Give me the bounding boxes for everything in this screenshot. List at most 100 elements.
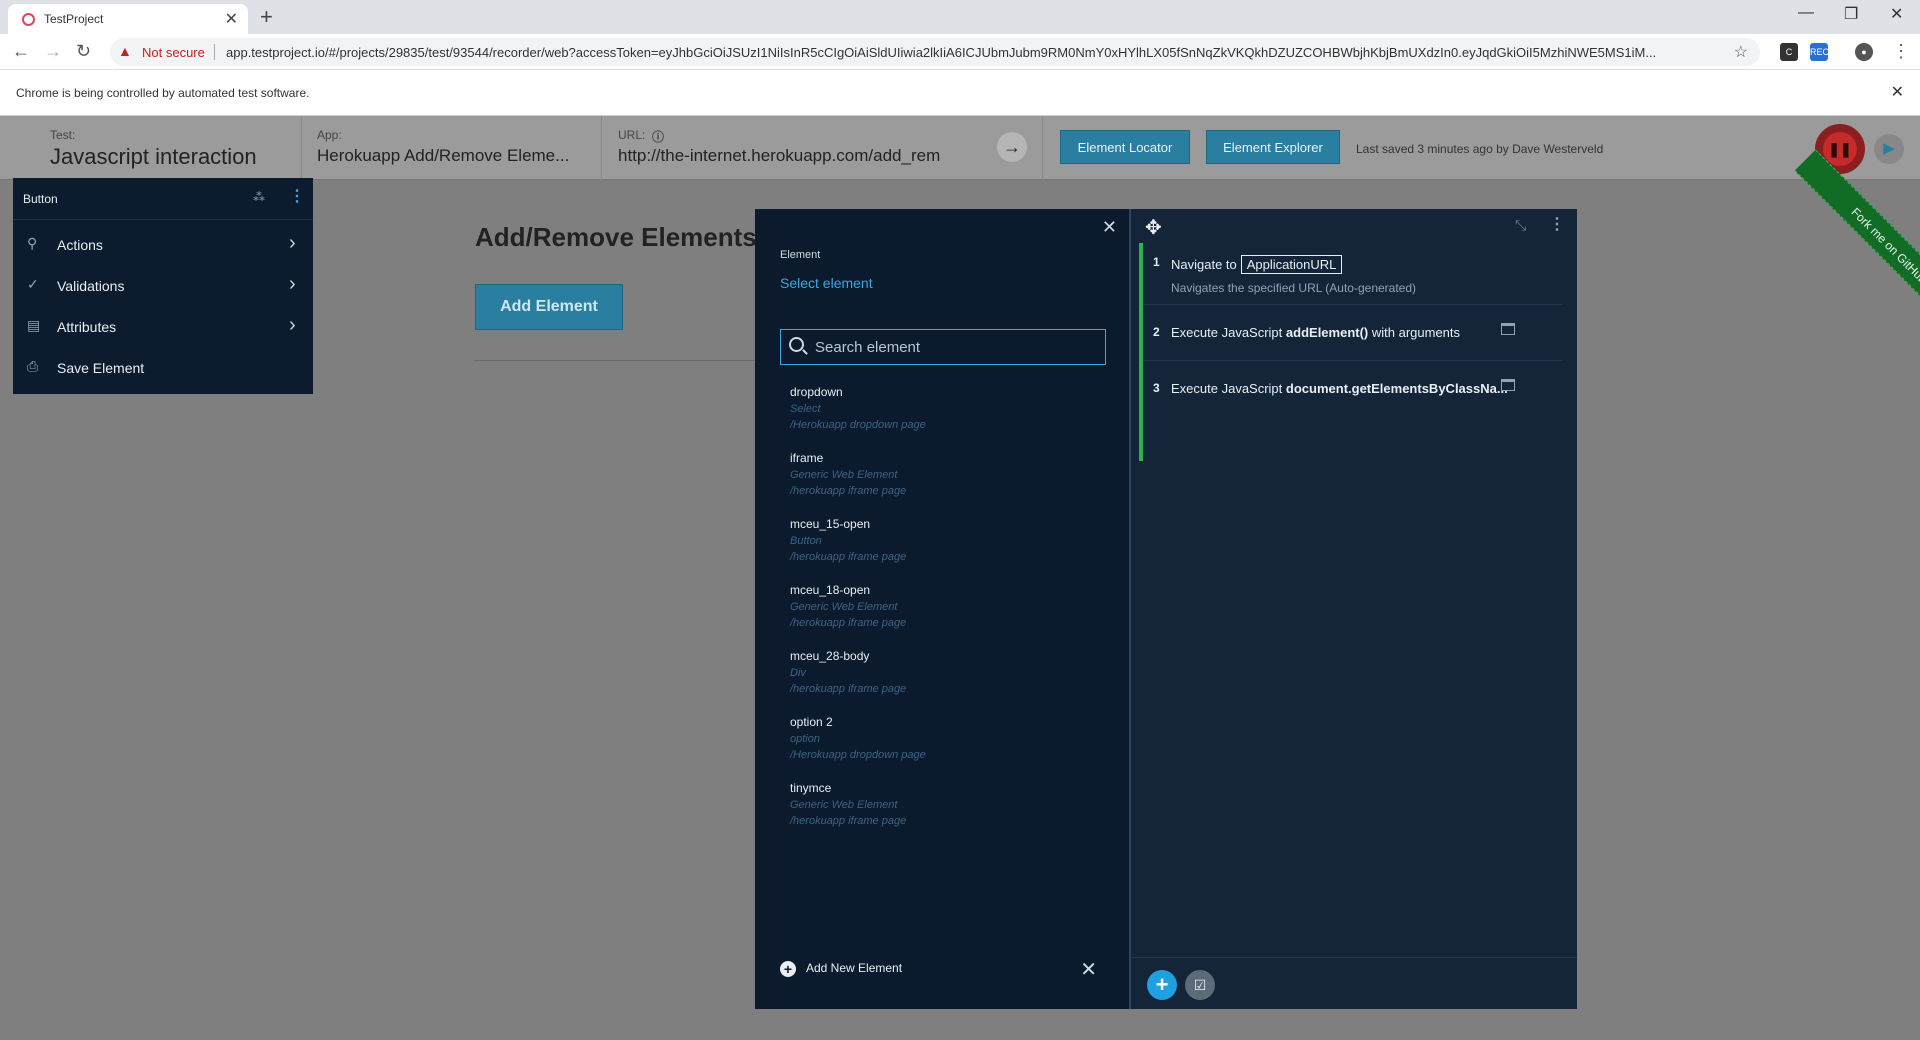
search-element-input[interactable] <box>815 336 1095 358</box>
calendar-icon[interactable] <box>1501 379 1515 391</box>
back-icon[interactable]: ← <box>12 41 30 62</box>
element-label: Element <box>780 249 821 261</box>
reload-icon[interactable]: ↻ <box>76 41 91 62</box>
search-element-box[interactable] <box>780 329 1106 365</box>
popover-item-label: Validations <box>57 278 125 294</box>
add-step-button[interactable]: + <box>1147 970 1177 1000</box>
element-page: /herokuapp iframe page <box>790 551 907 563</box>
bookmark-star-icon[interactable]: ☆ <box>1734 42 1748 62</box>
element-page: /Herokuapp dropdown page <box>790 419 926 431</box>
wrench-icon: ⚲ <box>27 235 38 251</box>
element-locator-button[interactable]: Element Locator <box>1060 130 1190 164</box>
kebab-menu-icon[interactable]: ⋮ <box>289 186 305 206</box>
element-page: /herokuapp iframe page <box>790 485 907 497</box>
forward-icon[interactable]: → <box>44 41 62 62</box>
app-field[interactable]: App: Herokuapp Add/Remove Eleme... <box>317 116 602 180</box>
select-element-link[interactable]: Select element <box>780 275 873 291</box>
page-heading: Add/Remove Elements <box>475 222 757 252</box>
element-list-item[interactable]: mceu_28-body Div /herokuapp iframe page <box>790 649 1090 709</box>
new-tab-button[interactable]: + <box>260 4 273 30</box>
not-secure-label[interactable]: Not secure <box>142 45 205 60</box>
element-list-item[interactable]: dropdown Select /Herokuapp dropdown page <box>790 385 1090 445</box>
hierarchy-icon[interactable]: ⁂ <box>253 190 265 204</box>
element-page: /herokuapp iframe page <box>790 617 907 629</box>
element-list-item[interactable]: tinymce Generic Web Element /herokuapp i… <box>790 781 1090 841</box>
close-picker-icon[interactable]: ✕ <box>1102 217 1117 238</box>
element-list-item[interactable]: iframe Generic Web Element /herokuapp if… <box>790 451 1090 511</box>
popover-item-attributes[interactable]: ▤ Attributes › <box>13 306 313 347</box>
test-field[interactable]: Test: Javascript interaction <box>50 116 302 180</box>
popover-item-actions[interactable]: ⚲ Actions › <box>13 224 313 265</box>
step-text: Execute JavaScript document.getElementsB… <box>1171 381 1508 396</box>
close-window-icon[interactable]: ✕ <box>1890 4 1903 24</box>
collapse-icon[interactable]: ⤡ <box>1515 217 1526 234</box>
steps-panel: ✥ ⤡ ⋮ 1 Navigate to ApplicationURL Naviga… <box>1131 209 1577 1009</box>
element-name: option 2 <box>790 715 833 729</box>
search-icon <box>789 337 804 352</box>
test-label: Test: <box>50 128 76 142</box>
url-field[interactable]: URL: ⓘ http://the-internet.herokuapp.com… <box>618 116 968 180</box>
element-picker-panel: ✕ Element Select element dropdown Select… <box>755 209 1131 1009</box>
chrome-menu-icon[interactable]: ⋮ <box>1892 41 1910 62</box>
info-icon[interactable]: ⓘ <box>652 128 664 145</box>
minimize-icon[interactable]: — <box>1798 4 1814 22</box>
element-name: tinymce <box>790 781 832 795</box>
step-suffix: with arguments <box>1371 325 1461 340</box>
add-validation-button[interactable]: ☑ <box>1185 970 1215 1000</box>
element-list-item[interactable]: option 2 option /Herokuapp dropdown page <box>790 715 1090 775</box>
element-type: Generic Web Element <box>790 601 898 613</box>
close-infobar-icon[interactable]: ✕ <box>1891 82 1904 102</box>
test-step[interactable]: 3 Execute JavaScript document.getElement… <box>1143 361 1563 417</box>
url-value[interactable]: http://the-internet.herokuapp.com/add_re… <box>618 146 968 166</box>
address-bar-row: ← → ↻ ▲ Not secure app.testproject.io/#/… <box>0 34 1920 70</box>
testproject-favicon-icon <box>22 13 35 26</box>
url-text[interactable]: app.testproject.io/#/projects/29835/test… <box>226 45 1726 60</box>
popover-item-save-element[interactable]: ⎙ Save Element <box>13 347 313 388</box>
automation-infobar: Chrome is being controlled by automated … <box>0 70 1920 116</box>
chevron-right-icon: › <box>289 232 296 254</box>
element-type: Generic Web Element <box>790 469 898 481</box>
clipboard-icon: ▤ <box>27 317 41 333</box>
element-page: /Herokuapp dropdown page <box>790 749 926 761</box>
element-name: iframe <box>790 451 824 465</box>
popover-header: Button ⁂ ⋮ <box>13 178 313 220</box>
calendar-icon[interactable] <box>1501 323 1515 335</box>
step-parameter[interactable]: ApplicationURL <box>1240 255 1343 274</box>
navigate-arrow-button[interactable]: → <box>997 132 1027 162</box>
add-element-page-button[interactable]: Add Element <box>475 284 623 330</box>
header-divider <box>1042 116 1043 180</box>
move-icon[interactable]: ✥ <box>1145 215 1162 240</box>
check-icon: ✓ <box>27 276 39 292</box>
element-page: /herokuapp iframe page <box>790 683 907 695</box>
element-name: mceu_28-body <box>790 649 870 663</box>
step-function: addElement() <box>1285 325 1369 340</box>
element-page: /herokuapp iframe page <box>790 815 907 827</box>
test-step[interactable]: 2 Execute JavaScript addElement() with a… <box>1143 305 1563 361</box>
element-list-item[interactable]: mceu_18-open Generic Web Element /heroku… <box>790 583 1090 643</box>
omnibox[interactable]: ▲ Not secure app.testproject.io/#/projec… <box>110 38 1760 66</box>
browser-tab[interactable]: TestProject ✕ <box>8 4 248 34</box>
play-button[interactable]: ▶ <box>1874 134 1904 164</box>
step-description: Navigates the specified URL (Auto-genera… <box>1171 281 1417 295</box>
profile-icon[interactable]: ● <box>1855 43 1873 61</box>
element-explorer-button[interactable]: Element Explorer <box>1206 130 1340 164</box>
popover-item-validations[interactable]: ✓ Validations › <box>13 265 313 306</box>
add-new-element-button[interactable]: + Add New Element <box>780 961 902 977</box>
test-step[interactable]: 1 Navigate to ApplicationURL Navigates th… <box>1143 243 1563 305</box>
element-type: option <box>790 733 820 745</box>
element-type: Button <box>790 535 822 547</box>
step-prefix: Navigate to <box>1171 257 1237 272</box>
element-list-item[interactable]: mceu_15-open Button /herokuapp iframe pa… <box>790 517 1090 577</box>
page-divider <box>475 360 765 361</box>
test-name[interactable]: Javascript interaction <box>50 144 257 170</box>
save-icon: ⎙ <box>27 358 39 374</box>
extension-c-icon[interactable]: C <box>1780 43 1798 61</box>
restore-icon[interactable]: ❐ <box>1844 4 1858 24</box>
extension-rec-icon[interactable]: REC <box>1810 43 1829 61</box>
cancel-icon[interactable]: ✕ <box>1080 957 1097 982</box>
element-popover: Button ⁂ ⋮ ⚲ Actions › ✓ Validations › ▤… <box>13 178 313 394</box>
tab-title: TestProject <box>44 12 104 26</box>
app-name[interactable]: Herokuapp Add/Remove Eleme... <box>317 146 569 166</box>
steps-menu-icon[interactable]: ⋮ <box>1549 214 1565 234</box>
close-tab-icon[interactable]: ✕ <box>225 9 238 29</box>
